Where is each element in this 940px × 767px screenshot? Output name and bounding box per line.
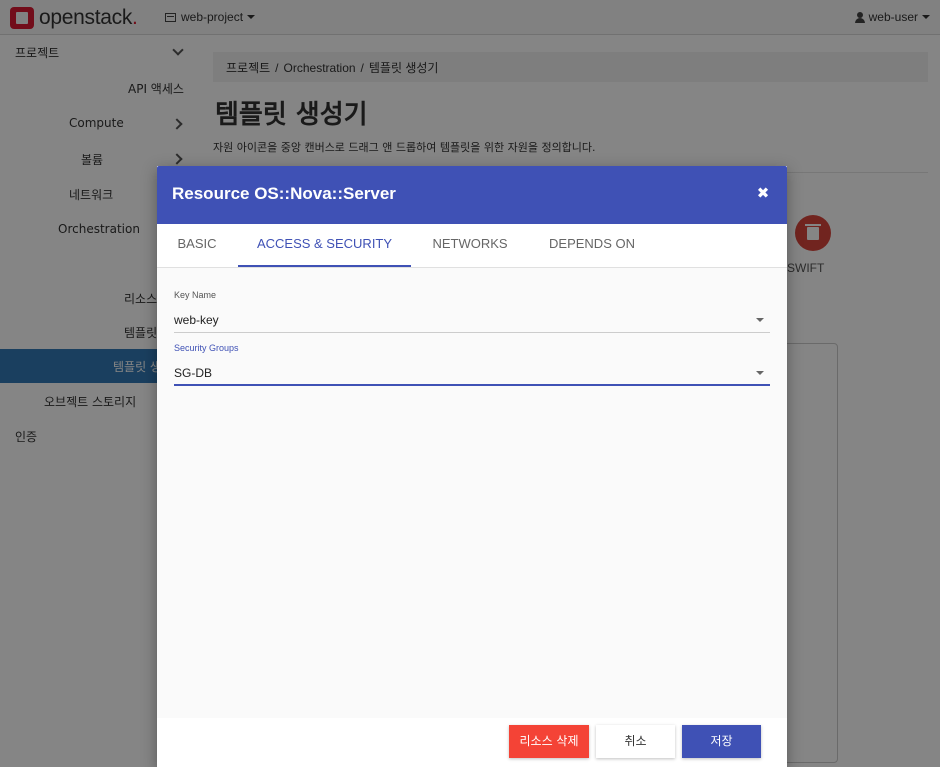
tab-depends-on[interactable]: DEPENDS ON	[529, 224, 655, 267]
tab-access-security[interactable]: ACCESS & SECURITY	[238, 224, 411, 267]
key-name-select[interactable]: web-key	[174, 307, 770, 333]
security-groups-label: Security Groups	[174, 343, 239, 353]
tab-networks[interactable]: NETWORKS	[411, 224, 529, 267]
cancel-button[interactable]: 취소	[596, 725, 675, 758]
resource-modal: Resource OS::Nova::Server ✖ BASIC ACCESS…	[157, 166, 787, 767]
save-button[interactable]: 저장	[682, 725, 761, 758]
dropdown-arrow-icon	[756, 371, 764, 375]
dropdown-arrow-icon	[756, 318, 764, 322]
modal-header: Resource OS::Nova::Server ✖	[157, 166, 787, 224]
security-groups-select[interactable]: SG-DB	[174, 360, 770, 386]
tab-basic[interactable]: BASIC	[157, 224, 237, 267]
modal-tabs: BASIC ACCESS & SECURITY NETWORKS DEPENDS…	[157, 224, 787, 268]
delete-resource-button[interactable]: 리소스 삭제	[509, 725, 589, 758]
modal-title: Resource OS::Nova::Server	[172, 184, 396, 203]
close-icon[interactable]: ✖	[753, 183, 773, 203]
security-groups-value: SG-DB	[174, 366, 213, 380]
key-name-value: web-key	[174, 313, 219, 327]
key-name-label: Key Name	[174, 290, 217, 300]
modal-footer: 리소스 삭제 취소 저장	[157, 718, 787, 767]
